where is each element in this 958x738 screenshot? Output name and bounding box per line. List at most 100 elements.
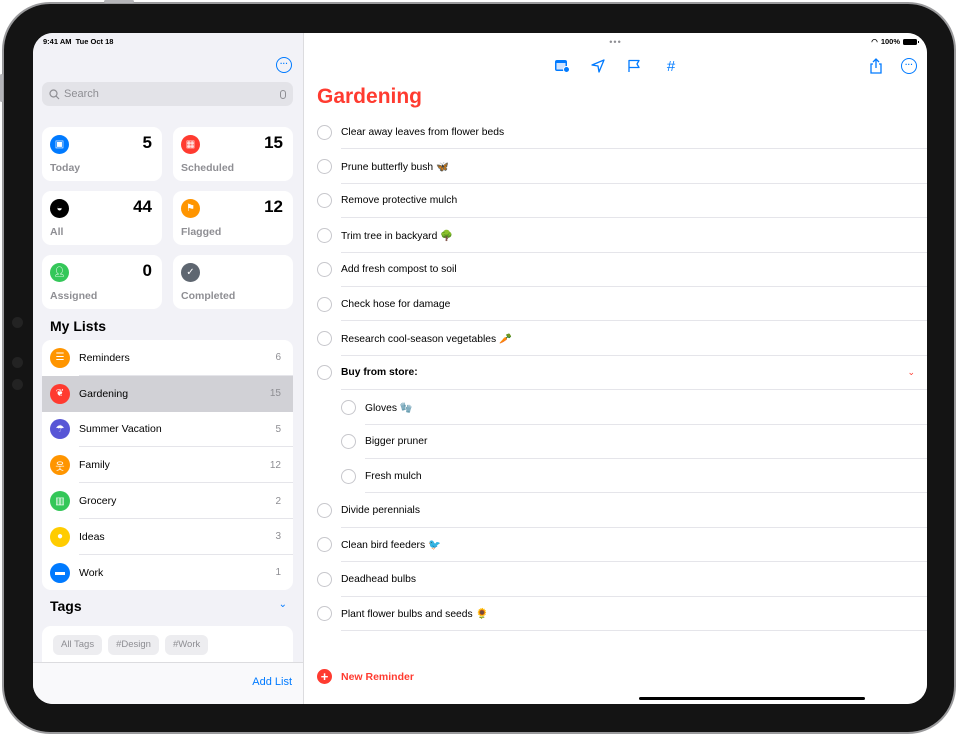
search-field[interactable] xyxy=(42,82,293,106)
list-item-gardening[interactable]: ❦ Gardening 15 xyxy=(42,375,293,412)
list-name: Reminders xyxy=(79,351,130,364)
flag-icon[interactable] xyxy=(625,57,643,75)
task-row[interactable]: Plant flower bulbs and seeds 🌻 xyxy=(304,597,927,631)
home-indicator[interactable] xyxy=(639,697,865,700)
task-row[interactable]: Divide perennials xyxy=(304,493,927,528)
completion-checkbox[interactable] xyxy=(317,571,332,587)
my-lists-heading: My Lists xyxy=(50,318,107,334)
task-title[interactable]: Check hose for damage xyxy=(341,299,450,310)
task-title[interactable]: Gloves 🧤 xyxy=(365,401,413,414)
completion-checkbox[interactable] xyxy=(341,468,356,484)
smart-list-completed[interactable]: ✓ Completed xyxy=(173,255,293,309)
tag-work[interactable]: #Work xyxy=(164,635,209,655)
sidebar-footer: Add List xyxy=(33,662,303,704)
task-row[interactable]: Check hose for damage xyxy=(304,287,927,322)
task-title[interactable]: Clean bird feeders 🐦 xyxy=(341,538,441,551)
tag-design[interactable]: #Design xyxy=(108,635,159,655)
expand-chevron-icon[interactable]: ⌄ xyxy=(907,367,915,378)
share-icon[interactable] xyxy=(867,57,885,75)
count: 5 xyxy=(142,133,152,152)
completion-checkbox[interactable] xyxy=(317,262,332,278)
wifi-icon: ◠ xyxy=(871,37,878,46)
task-row[interactable]: Clear away leaves from flower beds xyxy=(304,115,927,150)
smart-list-scheduled[interactable]: ▦ 15 Scheduled xyxy=(173,127,293,181)
completion-checkbox[interactable] xyxy=(317,227,332,243)
sidebar-more-button[interactable]: ··· xyxy=(276,57,292,73)
list-count: 5 xyxy=(275,423,281,435)
new-reminder-button[interactable]: + New Reminder xyxy=(317,669,414,684)
task-title[interactable]: Deadhead bulbs xyxy=(341,574,416,585)
task-row[interactable]: Clean bird feeders 🐦 xyxy=(304,528,927,563)
microphone-icon[interactable] xyxy=(280,89,286,99)
list-name: Ideas xyxy=(79,530,105,543)
task-title[interactable]: Fresh mulch xyxy=(365,471,422,482)
task-title[interactable]: Bigger pruner xyxy=(365,436,427,447)
list-item-summer-vacation[interactable]: ☂ Summer Vacation 5 xyxy=(42,412,293,448)
completion-checkbox[interactable] xyxy=(317,193,332,209)
list-item-grocery[interactable]: ▥ Grocery 2 xyxy=(42,483,293,519)
smart-list-assigned[interactable]: 👤︎ 0 Assigned xyxy=(42,255,162,309)
completion-checkbox[interactable] xyxy=(317,296,332,312)
list-name: Grocery xyxy=(79,495,117,508)
main-more-button[interactable]: ··· xyxy=(901,58,917,74)
completion-checkbox[interactable] xyxy=(317,537,332,553)
task-title[interactable]: Remove protective mulch xyxy=(341,195,457,206)
completion-checkbox[interactable] xyxy=(317,124,332,140)
task-row[interactable]: Remove protective mulch xyxy=(304,184,927,219)
list-name: Work xyxy=(79,566,104,579)
task-title[interactable]: Plant flower bulbs and seeds 🌻 xyxy=(341,607,488,620)
completion-checkbox[interactable] xyxy=(341,399,356,415)
completion-checkbox[interactable] xyxy=(317,606,332,622)
list-title: Gardening xyxy=(317,85,423,108)
briefcase-icon: ▬ xyxy=(50,562,70,583)
task-row[interactable]: Deadhead bulbs xyxy=(304,562,927,597)
calendar-date-icon[interactable] xyxy=(553,57,571,75)
list-item-family[interactable]: 웃 Family 12 xyxy=(42,447,293,484)
completion-checkbox[interactable] xyxy=(317,331,332,347)
location-icon[interactable] xyxy=(589,57,607,75)
list-item-work[interactable]: ▬ Work 1 xyxy=(42,555,293,590)
completion-checkbox[interactable] xyxy=(341,434,356,450)
tags-collapse-chevron-icon[interactable]: ⌄ xyxy=(279,599,287,610)
multitasking-dots[interactable]: ••• xyxy=(609,37,621,47)
lightbulb-icon: ● xyxy=(50,526,70,547)
completion-checkbox[interactable] xyxy=(317,503,332,519)
new-reminder-label: New Reminder xyxy=(341,670,414,683)
list-item-reminders[interactable]: ☰ Reminders 6 xyxy=(42,340,293,376)
main-pane: ••• ◠ 100% # ··· Gardening Clear away le… xyxy=(304,33,927,704)
list-count: 3 xyxy=(275,531,281,543)
task-row[interactable]: Trim tree in backyard 🌳 xyxy=(304,218,927,253)
task-row[interactable]: Buy from store: ⌄ xyxy=(304,356,927,391)
subtask-row[interactable]: Fresh mulch xyxy=(304,459,927,494)
completion-checkbox[interactable] xyxy=(317,365,332,381)
task-title[interactable]: Divide perennials xyxy=(341,505,420,516)
task-title[interactable]: Research cool-season vegetables 🥕 xyxy=(341,332,512,345)
task-title[interactable]: Buy from store: xyxy=(341,367,418,378)
completion-checkbox[interactable] xyxy=(317,159,332,175)
subtask-row[interactable]: Bigger pruner xyxy=(304,425,927,459)
status-indicators: ◠ 100% xyxy=(871,37,919,46)
label: Flagged xyxy=(181,226,222,238)
tag-all-tags[interactable]: All Tags xyxy=(53,635,103,655)
smart-list-all[interactable]: ◒ 44 All xyxy=(42,191,162,245)
subtask-row[interactable]: Gloves 🧤 xyxy=(304,390,927,425)
list-bullet-icon: ☰ xyxy=(50,347,70,368)
search-input[interactable] xyxy=(64,88,280,100)
task-title[interactable]: Add fresh compost to soil xyxy=(341,264,457,275)
battery-percent: 100% xyxy=(880,37,900,46)
smart-list-flagged[interactable]: ⚑ 12 Flagged xyxy=(173,191,293,245)
hashtag-icon[interactable]: # xyxy=(662,57,680,75)
task-title[interactable]: Trim tree in backyard 🌳 xyxy=(341,229,453,242)
task-row[interactable]: Research cool-season vegetables 🥕 xyxy=(304,321,927,356)
task-title[interactable]: Clear away leaves from flower beds xyxy=(341,127,504,138)
task-row[interactable]: Add fresh compost to soil xyxy=(304,253,927,287)
task-row[interactable]: Prune butterfly bush 🦋 xyxy=(304,149,927,184)
add-list-button[interactable]: Add List xyxy=(252,676,292,688)
smart-list-today[interactable]: ▣ 5 Today xyxy=(42,127,162,181)
search-icon xyxy=(49,88,60,99)
count: 15 xyxy=(264,133,283,152)
count: 44 xyxy=(133,197,152,216)
list-item-ideas[interactable]: ● Ideas 3 xyxy=(42,519,293,555)
count: 12 xyxy=(264,197,283,216)
task-title[interactable]: Prune butterfly bush 🦋 xyxy=(341,160,449,173)
